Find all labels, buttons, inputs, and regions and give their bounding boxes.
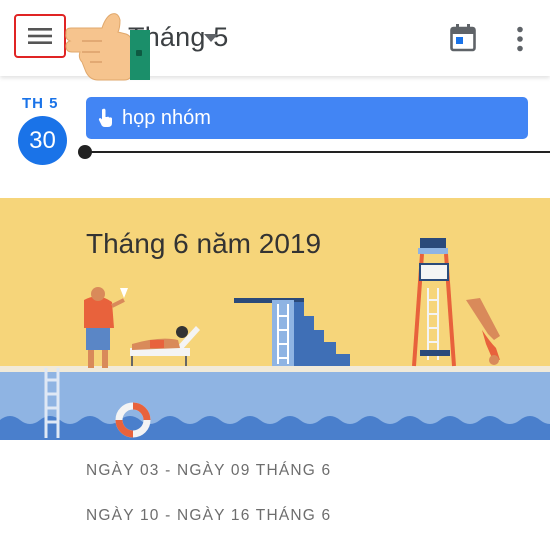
menu-button[interactable] (14, 14, 66, 58)
pointing-hand-icon (65, 13, 150, 81)
current-time-line (84, 151, 550, 153)
calendar-today-icon[interactable] (450, 24, 476, 52)
week-range-label[interactable]: NGÀY 03 - NGÀY 09 THÁNG 6 (86, 462, 331, 480)
day-of-week-label: TH 5 (22, 95, 59, 112)
today-date-badge[interactable]: 30 (18, 116, 67, 165)
banner-month-title: Tháng 6 năm 2019 (86, 228, 322, 259)
top-app-bar: Tháng 5 (0, 0, 550, 81)
hand-pointer-icon (98, 108, 112, 127)
hamburger-menu-icon (28, 28, 52, 44)
chevron-down-icon[interactable] (204, 34, 218, 43)
week-range-label[interactable]: NGÀY 10 - NGÀY 16 THÁNG 6 (86, 507, 331, 525)
event-chip[interactable]: họp nhóm (86, 97, 528, 139)
more-vert-icon[interactable] (510, 26, 530, 52)
event-title: họp nhóm (122, 106, 211, 129)
month-banner-illustration: Tháng 6 năm 2019 (0, 198, 550, 440)
